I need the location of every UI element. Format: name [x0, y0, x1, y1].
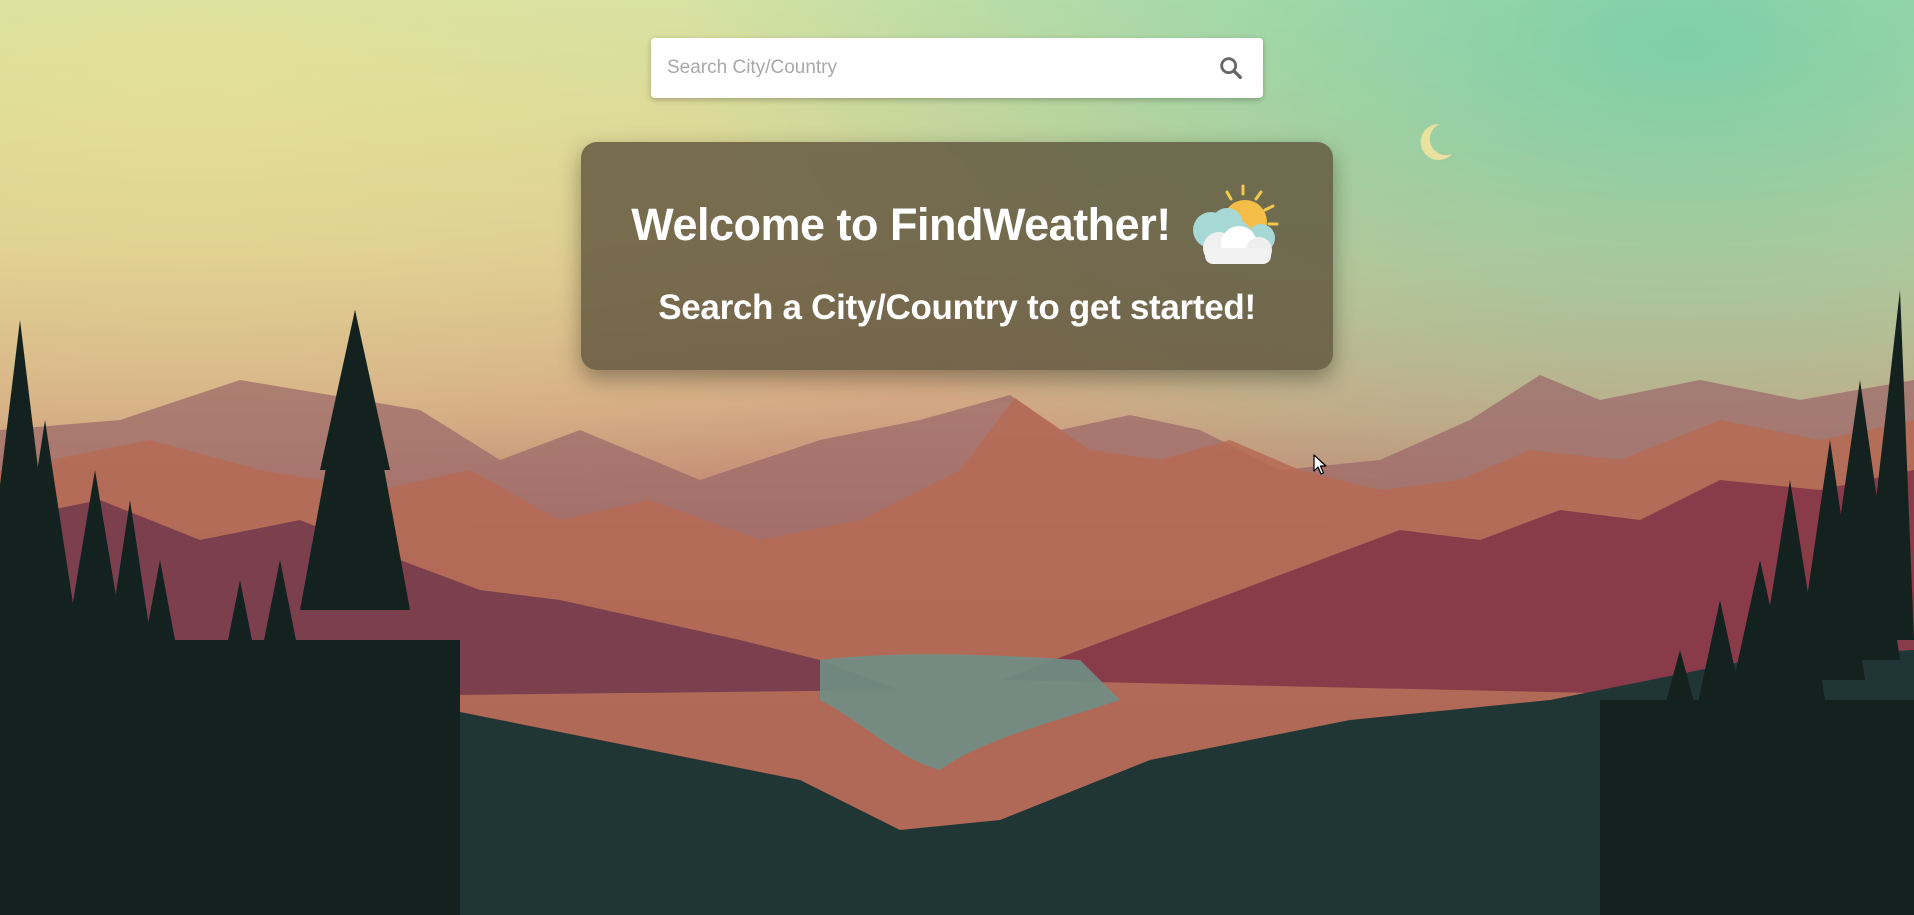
mouse-cursor-icon [1313, 454, 1327, 475]
sun-behind-clouds-icon [1192, 184, 1279, 264]
welcome-title-row: Welcome to FindWeather! [581, 182, 1333, 268]
app-background: Welcome to FindWeather! [0, 0, 1914, 915]
search-icon[interactable] [1217, 54, 1245, 82]
mountain-landscape [0, 290, 1914, 915]
search-input[interactable] [665, 56, 1217, 80]
search-bar [651, 38, 1263, 98]
welcome-card: Welcome to FindWeather! Search a City/Co… [581, 142, 1333, 370]
welcome-title: Welcome to FindWeather! [631, 199, 1171, 250]
welcome-subtitle: Search a City/Country to get started! [658, 288, 1256, 327]
